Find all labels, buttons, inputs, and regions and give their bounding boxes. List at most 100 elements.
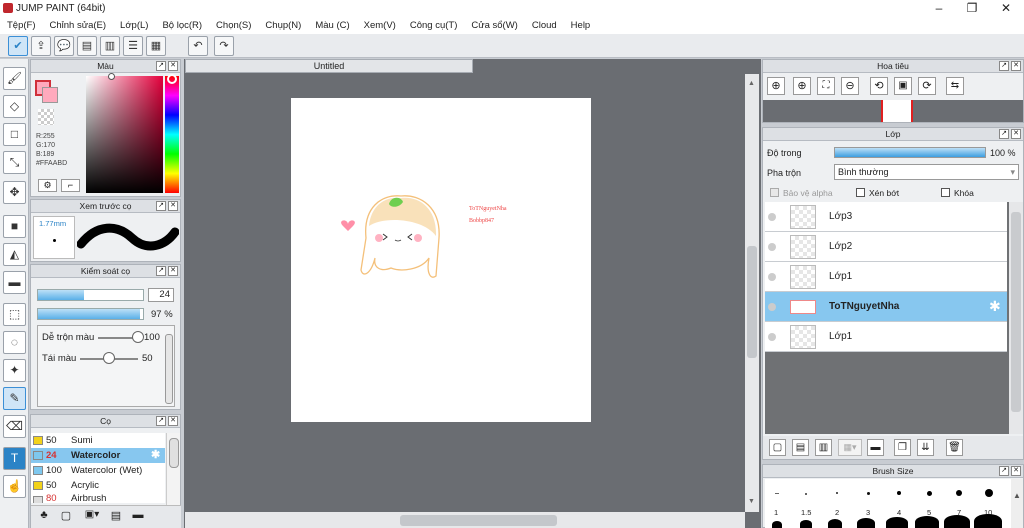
bucket-tool-icon[interactable]: ◭	[3, 243, 26, 266]
panel-pin-icon[interactable]: ↗	[999, 466, 1009, 476]
brush-size-dot-large[interactable]	[857, 518, 875, 528]
layer-blend-select[interactable]: Bình thường ▾	[834, 164, 1019, 180]
brush-size-dot[interactable]	[897, 491, 901, 495]
panel-close-icon[interactable]: ✕	[1011, 466, 1021, 476]
check-icon[interactable]: ✔	[8, 36, 28, 56]
brush-size-slider[interactable]	[37, 289, 144, 301]
menu-help[interactable]: Help	[571, 20, 591, 31]
zoom-fit-icon[interactable]: ⊕	[767, 77, 785, 95]
menu-file[interactable]: Tệp(F)	[7, 20, 36, 31]
magic-wand-tool-icon[interactable]: ✦	[3, 359, 26, 382]
new-layer-icon[interactable]: ▢	[769, 439, 786, 456]
scroll-up-icon[interactable]: ▲	[748, 80, 756, 88]
navigator-viewport[interactable]	[881, 100, 913, 122]
lasso-tool-icon[interactable]: ◌	[3, 331, 26, 354]
layer-visibility-icon[interactable]	[768, 243, 776, 251]
menu-cloud[interactable]: Cloud	[532, 20, 557, 31]
fill-rect-tool-icon[interactable]: ■	[3, 215, 26, 238]
brush-size-dot-large[interactable]	[944, 515, 970, 528]
layer-scroll-thumb[interactable]	[1011, 212, 1021, 412]
new-brush-icon[interactable]: ▢	[57, 509, 75, 525]
line-tool-icon[interactable]: ⤡	[3, 151, 26, 174]
swap-icon[interactable]: ⌐	[61, 179, 80, 192]
hand-tool-icon[interactable]: ☝	[3, 475, 26, 498]
brush-size-dot[interactable]	[836, 492, 838, 494]
layer-row-selected[interactable]: ToTNguyetNha ✱	[765, 292, 1007, 322]
comment-icon[interactable]: 💬	[54, 36, 74, 56]
navigator-preview[interactable]	[763, 100, 1023, 122]
menu-view[interactable]: Xem(V)	[364, 20, 396, 31]
brush-size-dot[interactable]	[985, 489, 993, 497]
layer-row[interactable]: Lớp2	[765, 232, 1007, 262]
color-picker-handle[interactable]	[108, 73, 115, 80]
flip-icon[interactable]: ⇆	[946, 77, 964, 95]
brush-size-dot-large[interactable]	[828, 519, 842, 528]
canvas-paper[interactable]: ToTNguyetNha Bobbp847	[291, 98, 591, 422]
delete-layer-icon[interactable]: 🗑	[946, 439, 963, 456]
grid-icon[interactable]: ▦	[146, 36, 166, 56]
layer-row[interactable]: Lớp1	[765, 262, 1007, 292]
rotate-left-icon[interactable]: ⟲	[870, 77, 888, 95]
panel-close-icon[interactable]: ✕	[168, 61, 178, 71]
scroll-down-icon[interactable]: ▼	[748, 498, 756, 506]
merge-layer-icon[interactable]: ⇊	[917, 439, 934, 456]
text-tool-icon[interactable]: T	[3, 447, 26, 470]
blend-slider-knob[interactable]	[132, 331, 144, 343]
eraser-tool-icon[interactable]: ◇	[3, 95, 26, 118]
brush-size-dot-large[interactable]	[915, 516, 939, 528]
panel-pin-icon[interactable]: ↗	[156, 266, 166, 276]
layer-visibility-icon[interactable]	[768, 303, 776, 311]
clipping-checkbox[interactable]	[856, 188, 865, 197]
redo-icon[interactable]: ↷	[214, 36, 234, 56]
brush-item-selected[interactable]: 24 Watercolor ✱	[31, 448, 165, 463]
brush-size-dot-large[interactable]	[800, 520, 812, 528]
layer-row[interactable]: Lớp3	[765, 202, 1007, 232]
layer-type-dropdown-icon[interactable]: ▦▾	[838, 439, 862, 456]
layer-visibility-icon[interactable]	[768, 273, 776, 281]
menu-select[interactable]: Chọn(S)	[216, 20, 251, 31]
brush-list-scroll-thumb[interactable]	[169, 438, 179, 468]
sub-color-swatch[interactable]	[42, 87, 58, 103]
menu-layer[interactable]: Lớp(L)	[120, 20, 148, 31]
brush-size-dot-large[interactable]	[886, 517, 908, 528]
layer-settings-gear-icon[interactable]: ✱	[989, 298, 1001, 315]
brush-size-dot[interactable]	[775, 493, 779, 494]
layer-opacity-slider[interactable]	[834, 147, 986, 158]
panel-pin-icon[interactable]: ↗	[999, 61, 1009, 71]
brush-size-dot[interactable]	[956, 490, 962, 496]
reload-slider-knob[interactable]	[103, 352, 115, 364]
canvas-vertical-scroll-thumb[interactable]	[747, 246, 757, 358]
layer-folder-icon[interactable]: ▬	[867, 439, 884, 456]
menu-window[interactable]: Cửa sổ(W)	[471, 20, 517, 31]
brush-item[interactable]: 50 Acrylic	[31, 478, 165, 493]
saturation-value-field[interactable]	[86, 76, 163, 193]
new-layer-8bit-icon[interactable]: ▤	[792, 439, 809, 456]
zoom-in-icon[interactable]: ⊕	[793, 77, 811, 95]
list-icon[interactable]: ☰	[123, 36, 143, 56]
move-tool-icon[interactable]: ✥	[3, 181, 26, 204]
brush-settings-gear-icon[interactable]: ✱	[151, 448, 160, 463]
panel-pin-icon[interactable]: ↗	[156, 416, 166, 426]
folder-icon[interactable]: ▬	[129, 509, 147, 525]
brush-size-dot-large[interactable]	[772, 521, 782, 528]
panel-close-icon[interactable]: ✕	[1011, 61, 1021, 71]
brush-item[interactable]: 100 Watercolor (Wet)	[31, 463, 165, 478]
gradient-tool-icon[interactable]: ▬	[3, 271, 26, 294]
restore-button[interactable]: ❐	[955, 0, 989, 17]
opacity-slider[interactable]	[37, 308, 144, 320]
rectangle-tool-icon[interactable]: □	[3, 123, 26, 146]
page-icon[interactable]: ▥	[100, 36, 120, 56]
menu-capture[interactable]: Chụp(N)	[265, 20, 301, 31]
brush-tool-icon[interactable]: 🖌	[3, 67, 26, 90]
layer-visibility-icon[interactable]	[768, 333, 776, 341]
reset-rotate-icon[interactable]: ▣	[894, 77, 912, 95]
brush-item[interactable]: 80 Airbrush	[31, 493, 165, 503]
panel-close-icon[interactable]: ✕	[168, 416, 178, 426]
layer-row[interactable]: Lớp1	[765, 322, 1007, 352]
brush-size-value[interactable]: 24	[148, 288, 174, 302]
hue-slider[interactable]	[165, 76, 179, 193]
select-rect-tool-icon[interactable]: ⬚	[3, 303, 26, 326]
brush-size-dot[interactable]	[927, 491, 932, 496]
brush-list-scrollbar[interactable]	[166, 433, 180, 505]
panel-close-icon[interactable]: ✕	[1011, 129, 1021, 139]
